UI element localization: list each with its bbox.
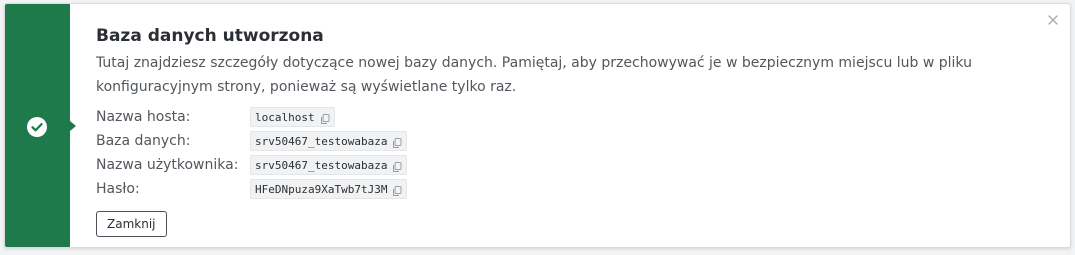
database-created-notice: Baza danych utworzona Tutaj znajdziesz s… <box>4 3 1071 248</box>
database-value-box: srv50467_testowabaza <box>250 131 408 151</box>
detail-row-username: Nazwa użytkownika: srv50467_testowabaza <box>96 153 1030 177</box>
username-label: Nazwa użytkownika: <box>96 157 239 173</box>
password-label: Hasło: <box>96 181 140 197</box>
password-value: HFeDNpuza9XaTwb7tJ3M <box>255 182 388 196</box>
close-button[interactable]: Zamknij <box>96 211 167 237</box>
close-icon[interactable] <box>1046 13 1060 27</box>
database-label: Baza danych: <box>96 133 191 149</box>
copy-icon[interactable] <box>392 184 402 196</box>
notice-description: Tutaj znajdziesz szczegóły dotyczące now… <box>96 55 972 95</box>
host-label: Nazwa hosta: <box>96 109 191 125</box>
detail-row-database: Baza danych: srv50467_testowabaza <box>96 129 1030 153</box>
database-details: Nazwa hosta: localhost Baza danych: srv5… <box>96 105 1030 201</box>
accent-arrow <box>70 121 76 131</box>
copy-icon[interactable] <box>392 136 402 148</box>
host-value: localhost <box>255 110 315 124</box>
username-value: srv50467_testowabaza <box>255 158 388 172</box>
database-value: srv50467_testowabaza <box>255 134 388 148</box>
detail-row-host: Nazwa hosta: localhost <box>96 105 1030 129</box>
username-value-box: srv50467_testowabaza <box>250 155 408 175</box>
copy-icon[interactable] <box>320 112 330 124</box>
detail-row-password: Hasło: HFeDNpuza9XaTwb7tJ3M <box>96 177 1030 201</box>
password-value-box: HFeDNpuza9XaTwb7tJ3M <box>250 179 408 199</box>
check-circle-icon <box>27 117 47 137</box>
copy-icon[interactable] <box>392 160 402 172</box>
notice-title: Baza danych utworzona <box>96 26 324 46</box>
host-value-box: localhost <box>250 107 335 127</box>
notice-content: Baza danych utworzona Tutaj znajdziesz s… <box>96 24 1030 237</box>
